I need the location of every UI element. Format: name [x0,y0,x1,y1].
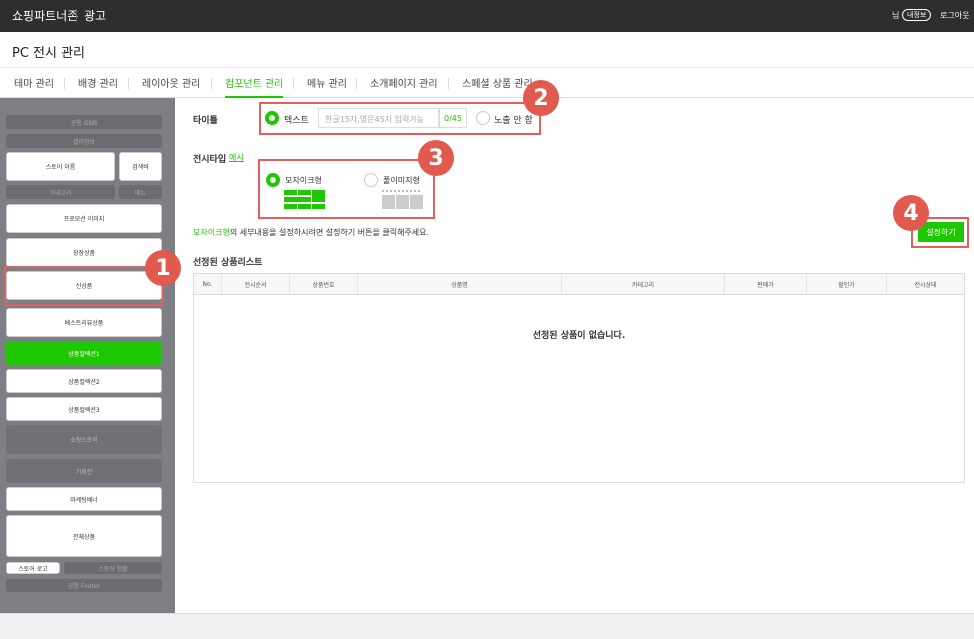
col-sale-price: 판매가 [725,274,807,295]
col-discount-price: 할인가 [807,274,887,295]
sidebar-menu[interactable]: 메뉴 [119,185,162,199]
page-title: PC 전시 관리 [12,46,86,61]
full-image-layout-icon [382,190,423,209]
tab-special-products[interactable]: 스페셜 상품 관리 [462,75,533,90]
divider [64,78,65,89]
sidebar-store-name[interactable]: 스토어 이름 [6,152,115,181]
divider [448,78,449,89]
empty-list-message: 선정된 상품이 없습니다. [532,331,626,341]
col-no: No. [194,274,222,295]
sidebar-marketing-banner[interactable]: 마케팅배너 [6,487,162,511]
radio-title-hide[interactable] [476,111,490,125]
title-input[interactable]: 한글15자,영문45자 입력가능 [318,108,439,128]
col-category: 카테고리 [562,274,725,295]
radio-type-full-image[interactable] [364,173,378,187]
radio-type-mosaic[interactable] [266,173,280,187]
sidebar-collection-2[interactable]: 상품컬렉션2 [6,369,162,393]
brand-label[interactable]: 쇼핑파트너존 [12,7,78,24]
annotation-badge-1: 1 [145,250,181,286]
section-label[interactable]: 광고 [84,7,106,24]
mosaic-layout-icon [284,190,325,209]
divider [356,78,357,89]
title-option-text-label: 텍스트 [284,116,309,126]
display-type-example-link[interactable]: 예시 [229,152,244,163]
page-footer [0,613,974,639]
sidebar-collection-1[interactable]: 상품컬렉션1 [6,341,162,365]
title-label: 타이틀 [193,116,218,126]
divider [76,9,77,22]
sidebar-all-products[interactable]: 전체상품 [6,515,162,557]
type-mosaic-label: 모자이크형 [285,176,322,185]
annotation-box-1 [4,266,164,306]
active-tab-indicator [225,96,283,98]
annotation-badge-3: 3 [418,140,454,176]
page-header: PC 전시 관리 [0,32,974,68]
annotation-badge-2: 2 [523,80,559,116]
my-info-button[interactable]: 내정보 [902,9,932,21]
sidebar-featured[interactable]: 장장상품 [6,238,162,267]
divider [293,78,294,89]
product-table: No. 전시순서 상품번호 상품명 카테고리 판매가 할인가 전시상태 선정된 … [193,273,965,483]
radio-title-text[interactable] [265,111,279,125]
top-bar: 쇼핑파트너존 광고 님 내정보 로그아웃 [0,0,974,32]
tab-layout[interactable]: 레이아웃 관리 [142,75,200,90]
sidebar-exhibition[interactable]: 기획전 [6,459,162,483]
product-list-heading: 선정된 상품리스트 [193,258,263,268]
annotation-badge-4: 4 [893,195,929,231]
type-full-image-label: 풀이미지형 [383,176,420,185]
tab-menu[interactable]: 메뉴 관리 [307,75,347,90]
title-option-hide-label: 노출 안 함 [494,116,533,126]
mosaic-hint-highlight: 모자이크형 [193,228,230,237]
sidebar-category[interactable]: 카테고리 [6,185,115,199]
col-display-status: 전시상태 [914,282,937,289]
tab-bar: 테마 관리 배경 관리 레이아웃 관리 컴포넌트 관리 메뉴 관리 소개페이지 … [0,68,974,98]
mosaic-hint-rest: 의 세부내용을 설정하시려면 설정하기 버튼을 클릭해주세요. [229,228,430,237]
display-type-label: 전시타입 [193,155,227,165]
layout-sidebar: 공통 GNB 셀러정보 스토어 이름 검색바 카테고리 메뉴 프로모션 이미지 … [0,98,175,613]
tab-background[interactable]: 배경 관리 [78,75,118,90]
divider [211,78,212,89]
sidebar-best-review[interactable]: 베스트리뷰상품 [6,308,162,337]
sidebar-gnb[interactable]: 공통 GNB [6,115,162,129]
col-display-order: 전시순서 [222,274,290,295]
sidebar-store-logo[interactable]: 스토어 로고 [6,562,60,574]
sidebar-shopping-story[interactable]: 쇼핑스토리 [6,425,162,454]
mosaic-hint-text: 모자이크형의 세부내용을 설정하시려면 설정하기 버튼을 클릭해주세요. [193,227,429,238]
sidebar-store-status[interactable]: 스토어 현황 [64,562,162,574]
table-header: No. 전시순서 상품번호 상품명 카테고리 판매가 할인가 전시상태 [194,274,964,295]
logout-link[interactable]: 로그아웃 [940,10,969,21]
divider [128,78,129,89]
sidebar-search-bar[interactable]: 검색바 [119,152,162,181]
sidebar-seller-info[interactable]: 셀러정보 [6,134,162,148]
tab-theme[interactable]: 테마 관리 [14,75,54,90]
settings-button[interactable]: 설정하기 [918,222,964,242]
annotation-box-3 [258,159,435,219]
user-name: 님 [892,11,900,20]
sidebar-footer[interactable]: 공통 Footer [6,579,162,592]
sidebar-collection-3[interactable]: 상품컬렉션3 [6,397,162,421]
col-product-name: 상품명 [358,274,562,295]
tab-intro-page[interactable]: 소개페이지 관리 [370,75,438,90]
sidebar-promo-image[interactable]: 프로모션 이미지 [6,204,162,233]
tab-component[interactable]: 컴포넌트 관리 [225,75,283,90]
title-char-counter: 0/45 [439,108,467,128]
col-product-number: 상품번호 [290,274,358,295]
